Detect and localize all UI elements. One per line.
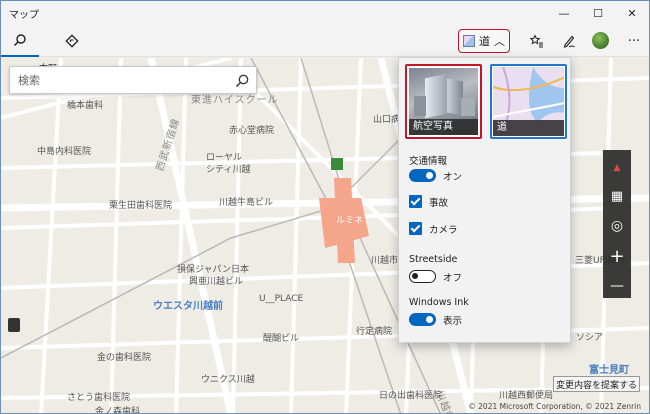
title-bar: マップ — ☐ ✕ [1,1,649,25]
search-icon [13,34,26,47]
search-input[interactable] [10,73,225,87]
tilt-icon: ▦ [610,188,624,204]
style-label-road: 道 [493,120,564,136]
ink-toggle[interactable] [409,313,436,326]
traffic-heading: 交通情報 [409,156,448,167]
ink-button[interactable] [556,29,582,53]
map-controls: ▲ ▦ ◎ + — [603,150,631,298]
map-label: 醍醐ビル [263,334,300,344]
search-box [9,66,257,94]
map-label: ルミネ [336,216,364,226]
copyright-text: © 2021 Microsoft Corporation, © 2021 Zen… [468,402,641,411]
maps-window: マップ — ☐ ✕ 道 ︿ ··· 橋本歯科 東進ハイスクール 赤心堂病院 中島… [0,0,650,414]
style-label-aerial: 航空写真 [409,119,478,135]
chevron-up-icon: ︿ [494,35,505,48]
accident-checkbox-label: 事故 [429,198,449,209]
map-label: 川越市 [371,256,399,266]
map-label: シティ川越 [206,165,251,175]
app-title: マップ [9,9,39,21]
zoom-out-button[interactable]: — [603,272,631,300]
compass-button[interactable]: ▲ [603,154,631,182]
map-label: さとう歯科医院 [67,393,131,403]
favorites-button[interactable] [524,29,550,53]
style-card-road[interactable]: 道 [490,64,567,139]
map-view-label: 道 [479,35,490,48]
accident-checkbox[interactable] [409,195,422,208]
ink-heading: Windows Ink [409,297,469,308]
search-icon[interactable] [234,73,250,89]
favorites-icon [530,34,543,48]
map-label: 川越牛島ビル [219,198,274,208]
map-label: U__PLACE [259,294,304,304]
user-avatar[interactable] [592,32,609,49]
road-thumbnail: 道 [493,67,564,136]
map-label: 富士見町 [589,365,629,376]
streetside-heading: Streetside [409,254,458,265]
compass-icon: ▲ [613,163,621,173]
tilt-button[interactable]: ▦ [603,182,631,210]
minimize-button[interactable]: — [547,1,581,25]
traffic-toggle[interactable] [409,169,436,182]
traffic-toggle-state: オン [443,172,463,183]
map-label: 川越西郵便局 [499,391,554,401]
tab-search[interactable] [1,25,39,57]
toolbar: 道 ︿ ··· [1,25,649,57]
suggest-change-button[interactable]: 変更内容を提案する [553,376,640,392]
maximize-button[interactable]: ☐ [581,1,615,25]
map-label: 金の歯科医院 [97,353,152,363]
streetside-toggle[interactable] [409,270,436,283]
zoom-in-icon: + [609,245,625,267]
aerial-thumbnail: 航空写真 [409,68,478,135]
map-style-flyout: 航空写真 道 交通情報 オン 事故 カメラ Streetside オフ Wind… [398,57,571,343]
map-label: 日の出歯科医院 [379,391,443,401]
map-label: 行定病院 [356,327,393,337]
camera-checkbox[interactable] [409,222,422,235]
directions-icon [65,34,79,48]
map-label: 中島内科医院 [37,147,92,157]
map-view-button[interactable]: 道 ︿ [458,29,510,53]
map-label: 栗生田歯科医院 [109,201,173,211]
close-button[interactable]: ✕ [615,1,649,25]
streetside-toggle-state: オフ [443,273,463,284]
map-view-icon [463,35,475,47]
locate-icon: ◎ [610,218,624,234]
map-label: 橋本歯科 [67,101,104,111]
ink-toggle-state: 表示 [443,316,463,327]
map-label: ソシア [576,333,604,343]
window-controls: — ☐ ✕ [547,1,649,25]
map-label: 興亜川越ビル [189,277,244,287]
map-label: 赤心堂病院 [229,126,275,136]
camera-checkbox-label: カメラ [429,225,458,236]
map-label: ウニクス川越 [201,375,255,385]
map-label: 金ノ森歯科 [95,407,141,414]
style-card-aerial[interactable]: 航空写真 [405,64,482,139]
locate-button[interactable]: ◎ [603,212,631,240]
more-button[interactable]: ··· [621,29,647,53]
zoom-out-icon: — [610,278,624,294]
zoom-in-button[interactable]: + [603,242,631,270]
map-label: ウエスタ川越前 [153,301,223,312]
panel-resize-handle[interactable] [8,318,20,332]
pen-icon [563,35,575,48]
tab-directions[interactable] [53,25,91,57]
